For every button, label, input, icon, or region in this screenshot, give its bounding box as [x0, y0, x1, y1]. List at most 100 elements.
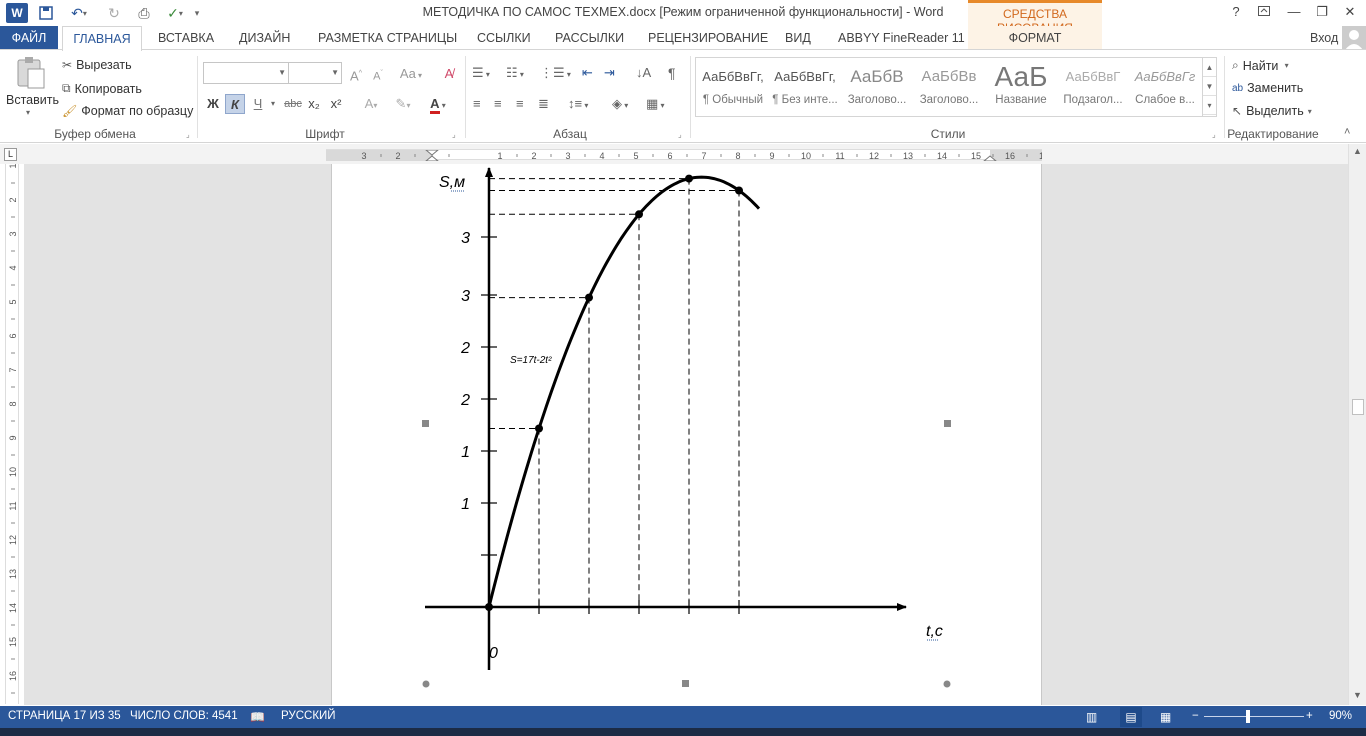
font-size-combo[interactable]: ▼	[288, 62, 342, 84]
y-tick-label: 3	[461, 230, 470, 247]
zoom-in-icon[interactable]: +	[1306, 710, 1313, 722]
close-button[interactable]: ✕	[1336, 2, 1364, 22]
scroll-up-icon[interactable]: ▲	[1353, 146, 1362, 156]
resize-handle[interactable]	[944, 420, 951, 427]
multilevel-list-icon[interactable]: ⋮☰ ▾	[540, 63, 571, 83]
language-indicator[interactable]: РУССКИЙ	[281, 710, 336, 722]
resize-handle[interactable]	[422, 420, 429, 427]
scroll-thumb[interactable]	[1352, 399, 1364, 415]
vertical-ruler[interactable]: 1 2 3 4 5 6 7 8 9 10 11 12 13 14 15 16	[5, 163, 19, 704]
proofing-icon[interactable]: 📖	[250, 710, 265, 724]
style-heading-1[interactable]: АаБбВ Заголово...	[842, 60, 912, 114]
chevron-up-icon[interactable]: ▲	[1203, 58, 1216, 77]
replace-button[interactable]: ab Заменить	[1232, 81, 1303, 95]
style-no-spacing[interactable]: АаБбВвГг, ¶ Без инте...	[770, 60, 840, 114]
minimize-button[interactable]: —	[1280, 2, 1308, 22]
shading-icon[interactable]: ◈ ▾	[612, 94, 628, 114]
superscript-button[interactable]: x²	[327, 94, 345, 114]
font-family-combo[interactable]: ▼	[203, 62, 289, 84]
motion-graph[interactable]: 1 1 2 2 3 3 S,м t,c 0 S=17t-2t²	[332, 164, 1043, 705]
line-spacing-icon[interactable]: ↕≡ ▾	[568, 94, 588, 114]
subscript-button[interactable]: x₂	[305, 94, 323, 114]
text-effects-icon[interactable]: A▾	[358, 94, 384, 114]
tab-selector[interactable]: L	[4, 148, 17, 161]
strikethrough-button[interactable]: abc	[282, 94, 304, 114]
tab-format[interactable]: ФОРМАТ	[968, 26, 1102, 50]
avatar[interactable]	[1342, 26, 1366, 50]
font-color-button[interactable]: A ▾	[424, 94, 452, 114]
ribbon-display-button[interactable]	[1250, 2, 1278, 22]
tab-view[interactable]: ВИД	[785, 26, 811, 50]
align-left-icon[interactable]: ≡	[473, 94, 481, 114]
format-painter-button[interactable]: 🖌 Формат по образцу	[62, 104, 193, 118]
tab-layout[interactable]: РАЗМЕТКА СТРАНИЦЫ	[318, 26, 457, 50]
paste-icon[interactable]	[14, 56, 48, 90]
change-case-button[interactable]: Aa ▾	[396, 64, 426, 84]
paste-dropdown-icon[interactable]: ▾	[26, 108, 30, 117]
web-layout-icon[interactable]: ▦	[1160, 710, 1171, 724]
read-mode-icon[interactable]: ▥	[1086, 710, 1097, 724]
style-subtle-emphasis[interactable]: АаБбВвГг Слабое в...	[1130, 60, 1200, 114]
style-subtitle[interactable]: АаБбВвГ Подзагол...	[1058, 60, 1128, 114]
scroll-down-icon[interactable]: ▼	[1353, 690, 1362, 700]
copy-button[interactable]: ⧉ Копировать	[62, 81, 142, 96]
styles-scroll[interactable]: ▲ ▼ ▾	[1202, 58, 1216, 116]
decrease-indent-icon[interactable]: ⇤	[582, 63, 593, 83]
shrink-font-button[interactable]: Aˇ	[368, 64, 388, 84]
paste-button[interactable]: Вставить	[6, 93, 59, 107]
chevron-down-icon[interactable]: ▼	[1203, 77, 1216, 96]
vertical-scrollbar[interactable]: ▲ ▼	[1348, 144, 1366, 705]
zoom-slider-thumb[interactable]	[1246, 710, 1250, 723]
show-marks-button[interactable]: ¶	[668, 63, 676, 83]
tab-design[interactable]: ДИЗАЙН	[239, 26, 290, 50]
tab-file[interactable]: ФАЙЛ	[0, 26, 58, 50]
resize-handle[interactable]	[682, 680, 689, 687]
numbering-icon[interactable]: ☷ ▾	[506, 63, 524, 83]
paragraph-launcher-icon[interactable]: ⌟	[678, 130, 682, 139]
style-title[interactable]: АаБ Название	[986, 60, 1056, 114]
word-count[interactable]: ЧИСЛО СЛОВ: 4541	[130, 710, 238, 722]
page-indicator[interactable]: СТРАНИЦА 17 ИЗ 35	[8, 710, 121, 722]
underline-dropdown-icon[interactable]: ▾	[268, 94, 278, 114]
print-layout-icon[interactable]: ▤	[1120, 707, 1142, 727]
italic-button[interactable]: К	[225, 94, 245, 114]
resize-handle[interactable]	[943, 680, 951, 688]
increase-indent-icon[interactable]: ⇥	[604, 63, 615, 83]
highlight-icon[interactable]: ✎▾	[390, 94, 416, 114]
select-button[interactable]: ↖ Выделить ▾	[1232, 104, 1312, 118]
zoom-out-icon[interactable]: −	[1192, 710, 1199, 722]
zoom-level[interactable]: 90%	[1329, 710, 1352, 722]
align-right-icon[interactable]: ≡	[516, 94, 524, 114]
cut-button[interactable]: ✂ Вырезать	[62, 58, 132, 72]
font-launcher-icon[interactable]: ⌟	[452, 130, 456, 139]
align-center-icon[interactable]: ≡	[494, 94, 502, 114]
borders-icon[interactable]: ▦ ▾	[646, 94, 665, 114]
sign-in-link[interactable]: Вход	[1310, 26, 1338, 50]
grow-font-button[interactable]: A^	[346, 64, 366, 84]
styles-launcher-icon[interactable]: ⌟	[1212, 130, 1216, 139]
bullets-icon[interactable]: ☰ ▾	[472, 63, 490, 83]
bold-button[interactable]: Ж	[203, 94, 223, 114]
style-heading-2[interactable]: АаБбВв Заголово...	[914, 60, 984, 114]
find-button[interactable]: ⌕ Найти ▾	[1232, 58, 1289, 73]
justify-icon[interactable]: ≣	[538, 94, 549, 114]
underline-button[interactable]: Ч	[249, 94, 267, 114]
restore-button[interactable]: ❐	[1308, 2, 1336, 22]
horizontal-ruler[interactable]: 3211234567891011121314151617	[326, 149, 1062, 162]
clipboard-launcher-icon[interactable]: ⌟	[186, 130, 190, 139]
document-page[interactable]: 1 1 2 2 3 3 S,м t,c 0 S=17t-2t²	[331, 164, 1042, 705]
tab-insert[interactable]: ВСТАВКА	[158, 26, 214, 50]
collapse-ribbon-icon[interactable]: ˄	[1344, 126, 1350, 138]
more-styles-icon[interactable]: ▾	[1203, 96, 1216, 115]
tab-abbyy[interactable]: ABBYY FineReader 11	[838, 26, 965, 50]
style-normal[interactable]: АаБбВвГг, ¶ Обычный	[698, 60, 768, 114]
help-button[interactable]: ?	[1222, 2, 1250, 22]
sort-icon[interactable]: ↓A	[636, 63, 651, 83]
tab-mailings[interactable]: РАССЫЛКИ	[555, 26, 624, 50]
zoom-slider[interactable]	[1204, 716, 1304, 717]
tab-home[interactable]: ГЛАВНАЯ	[62, 26, 142, 51]
tab-review[interactable]: РЕЦЕНЗИРОВАНИЕ	[648, 26, 768, 50]
tab-references[interactable]: ССЫЛКИ	[477, 26, 531, 50]
clear-formatting-icon[interactable]: A̸	[438, 64, 460, 84]
resize-handle[interactable]	[422, 680, 430, 688]
